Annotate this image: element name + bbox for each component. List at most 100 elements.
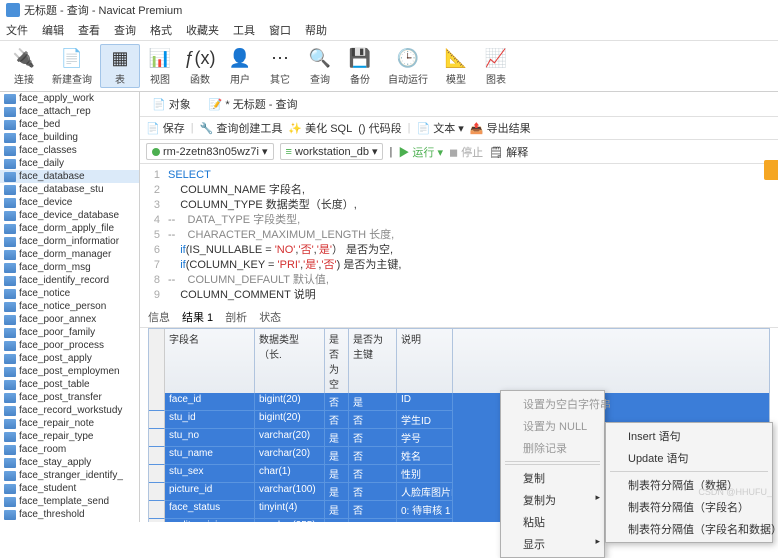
toolbar-新建查询[interactable]: 📄新建查询	[44, 44, 100, 88]
grid-col-header[interactable]: 字段名	[165, 329, 255, 393]
toolbar-用户[interactable]: 👤用户	[220, 44, 260, 88]
tree-item[interactable]: face_database	[0, 170, 139, 183]
toolbar-函数[interactable]: ƒ(x)函数	[180, 44, 220, 88]
table-icon	[4, 393, 16, 403]
window-title: 无标题 - 查询 - Navicat Premium	[24, 2, 182, 18]
sql-editor[interactable]: 1SELECT2 COLUMN_NAME 字段名,3 COLUMN_TYPE 数…	[140, 164, 778, 307]
tree-item[interactable]: face_device_database	[0, 209, 139, 222]
tree-item[interactable]: face_notice_person	[0, 300, 139, 313]
result-tab[interactable]: 信息	[148, 309, 170, 325]
toolbar-模型[interactable]: 📐模型	[436, 44, 476, 88]
tree-item[interactable]: face_repair_note	[0, 417, 139, 430]
table-tree[interactable]: face_apply_workface_attach_repface_bedfa…	[0, 92, 140, 522]
context-submenu[interactable]: Insert 语句Update 语句制表符分隔值（数据）制表符分隔值（字段名）制…	[605, 422, 773, 543]
toolbar-其它[interactable]: ⋯其它	[260, 44, 300, 88]
tabbar[interactable]: 📄 对象 📝 * 无标题 - 查询	[140, 92, 778, 117]
ctx-item[interactable]: 复制为	[501, 489, 604, 511]
tree-item[interactable]: face_notice	[0, 287, 139, 300]
result-tab[interactable]: 状态	[259, 309, 281, 325]
menu-item[interactable]: 查询	[114, 22, 136, 38]
menu-item[interactable]: 查看	[78, 22, 100, 38]
export-button[interactable]: 📤 导出结果	[470, 120, 531, 136]
ctx-sub-item[interactable]: Update 语句	[606, 447, 772, 469]
toolbar-图表[interactable]: 📈图表	[476, 44, 516, 88]
tree-item[interactable]: face_stranger_identify_	[0, 469, 139, 482]
menu-item[interactable]: 文件	[6, 22, 28, 38]
tree-item[interactable]: face_post_apply	[0, 352, 139, 365]
beautify-button[interactable]: ✨ 美化 SQL	[288, 120, 352, 136]
tree-item[interactable]: face_dorm_informatior	[0, 235, 139, 248]
toolbar-表[interactable]: ▦表	[100, 44, 140, 88]
stop-button[interactable]: ◼ 停止	[449, 144, 483, 160]
ctx-item[interactable]: 设置为 NULL	[501, 415, 604, 437]
tree-item[interactable]: face_stay_apply	[0, 456, 139, 469]
tree-item[interactable]: face_template_send	[0, 495, 139, 508]
tree-item[interactable]: face_building	[0, 131, 139, 144]
tree-item[interactable]: face_poor_family	[0, 326, 139, 339]
ctx-sub-item[interactable]: Insert 语句	[606, 425, 772, 447]
menu-item[interactable]: 收藏夹	[186, 22, 219, 38]
ctx-item[interactable]: 显示	[501, 533, 604, 555]
db-select[interactable]: ≡ workstation_db ▾	[280, 143, 384, 160]
run-button[interactable]: ▶ 运行 ▾	[398, 144, 443, 160]
menu-item[interactable]: 编辑	[42, 22, 64, 38]
tree-item[interactable]: face_bed	[0, 118, 139, 131]
tree-item[interactable]: face_apply_work	[0, 92, 139, 105]
snippet-button[interactable]: () 代码段	[358, 120, 401, 136]
grid-col-header[interactable]: 是否为空	[325, 329, 349, 393]
menu-item[interactable]: 帮助	[305, 22, 327, 38]
tab-object[interactable]: 📄 对象	[146, 94, 197, 114]
table-icon	[4, 341, 16, 351]
text-button[interactable]: 📄 文本 ▾	[416, 120, 463, 136]
connection-bar: rm-2zetn83n05wz7i ▾ ≡ workstation_db ▾ |…	[140, 140, 778, 164]
tree-item[interactable]: face_record_workstudy	[0, 404, 139, 417]
tree-item[interactable]: face_classes	[0, 144, 139, 157]
ctx-item[interactable]: 复制	[501, 467, 604, 489]
context-menu[interactable]: 设置为空白字符串设置为 NULL删除记录复制复制为粘贴显示	[500, 390, 605, 558]
grid-col-header[interactable]: 是否为主键	[349, 329, 397, 393]
tab-query[interactable]: 📝 * 无标题 - 查询	[203, 94, 304, 114]
tree-item[interactable]: face_post_table	[0, 378, 139, 391]
tree-item[interactable]: face_poor_process	[0, 339, 139, 352]
table-row[interactable]: face_idbigint(20)否是ID	[149, 393, 769, 411]
menu-item[interactable]: 工具	[233, 22, 255, 38]
tree-item[interactable]: face_attach_rep	[0, 105, 139, 118]
tree-item[interactable]: face_dorm_apply_file	[0, 222, 139, 235]
tree-item[interactable]: face_dorm_manager	[0, 248, 139, 261]
tree-item[interactable]: face_student	[0, 482, 139, 495]
tree-item[interactable]: face_poor_annex	[0, 313, 139, 326]
save-button[interactable]: 📄 保存	[146, 120, 185, 136]
toolbar-查询[interactable]: 🔍查询	[300, 44, 340, 88]
grid-col-header[interactable]: 说明	[397, 329, 453, 393]
tree-item[interactable]: face_identify_record	[0, 274, 139, 287]
tree-item[interactable]: face_dorm_msg	[0, 261, 139, 274]
ctx-sub-item[interactable]: 制表符分隔值（字段名和数据）	[606, 518, 772, 540]
result-tab[interactable]: 剖析	[225, 309, 247, 325]
ctx-item[interactable]: 粘贴	[501, 511, 604, 533]
toolbar-连接[interactable]: 🔌连接	[4, 44, 44, 88]
builder-button[interactable]: 🔧 查询创建工具	[200, 120, 283, 136]
toolbar-视图[interactable]: 📊视图	[140, 44, 180, 88]
explain-button[interactable]: 🗒 解释	[489, 144, 528, 160]
menu-item[interactable]: 格式	[150, 22, 172, 38]
tree-item[interactable]: face_threshold	[0, 508, 139, 521]
grid-col-header[interactable]: 数据类型（长.	[255, 329, 325, 393]
tree-item[interactable]: face_post_transfer	[0, 391, 139, 404]
ctx-sub-item[interactable]: 制表符分隔值（字段名）	[606, 496, 772, 518]
result-tab[interactable]: 结果 1	[182, 309, 213, 325]
tree-item[interactable]: face_database_stu	[0, 183, 139, 196]
server-select[interactable]: rm-2zetn83n05wz7i ▾	[146, 143, 274, 160]
tree-item[interactable]: face_daily	[0, 157, 139, 170]
toolbar-自动运行[interactable]: 🕒自动运行	[380, 44, 436, 88]
result-tabs[interactable]: 信息结果 1 剖析状态	[140, 307, 778, 328]
tree-item[interactable]: face_device	[0, 196, 139, 209]
tree-item[interactable]: face_room	[0, 443, 139, 456]
grid-header: 字段名数据类型（长.是否为空是否为主键说明	[149, 329, 769, 393]
side-badge[interactable]	[764, 160, 778, 180]
ctx-item[interactable]: 删除记录	[501, 437, 604, 459]
toolbar-备份[interactable]: 💾备份	[340, 44, 380, 88]
ctx-item[interactable]: 设置为空白字符串	[501, 393, 604, 415]
tree-item[interactable]: face_post_employmen	[0, 365, 139, 378]
menu-item[interactable]: 窗口	[269, 22, 291, 38]
tree-item[interactable]: face_repair_type	[0, 430, 139, 443]
